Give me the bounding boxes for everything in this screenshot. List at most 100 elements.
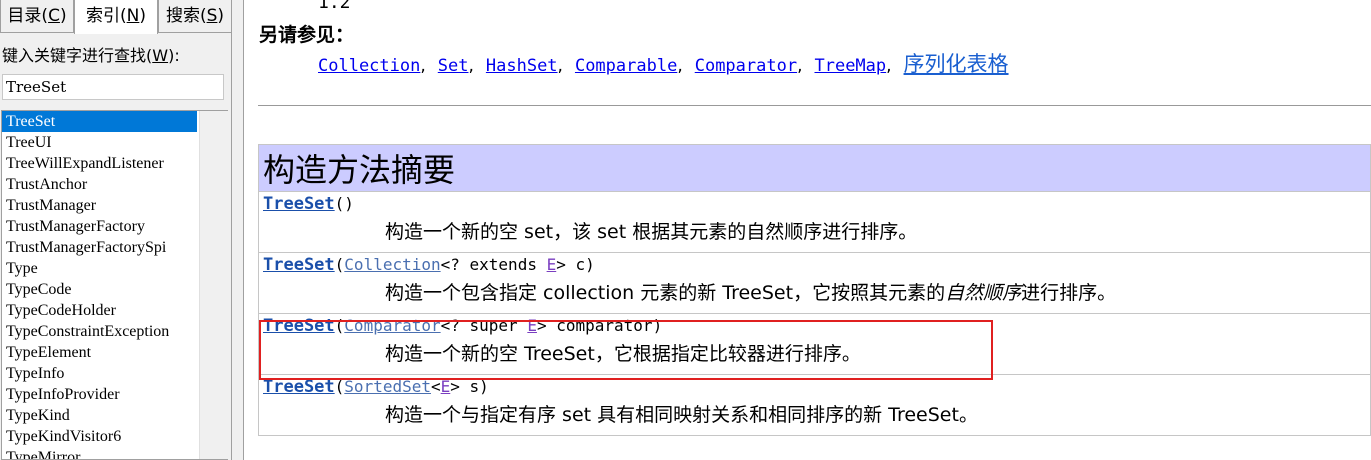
constructor-summary-table: 构造方法摘要 TreeSet() 构造一个新的空 set，该 set 根据其元素的… — [258, 144, 1371, 436]
tab-search-end: ) — [217, 6, 225, 26]
constructor-description: 构造一个新的空 set，该 set 根据其元素的自然顺序进行排序。 — [385, 217, 1370, 244]
type-param-link[interactable]: E — [441, 377, 451, 396]
constructor-signature: TreeSet() — [263, 194, 1370, 214]
keyword-list-item[interactable]: TypeConstraintException — [2, 321, 197, 342]
section-divider — [258, 105, 1371, 106]
keyword-list-item[interactable]: TrustManager — [2, 195, 197, 216]
link-separator: , — [886, 56, 892, 76]
constructor-row: TreeSet(Comparator<? super E> comparator… — [258, 313, 1371, 375]
summary-header: 构造方法摘要 — [258, 144, 1371, 192]
link-separator: , — [420, 56, 426, 76]
constructor-signature: TreeSet(Collection<? extends E> c) — [263, 255, 1370, 275]
constructor-row: TreeSet() 构造一个新的空 set，该 set 根据其元素的自然顺序进行排… — [258, 191, 1371, 253]
generic-suffix: > s) — [450, 377, 489, 396]
keyword-label-prefix: 键入关键字进行查找( — [2, 46, 153, 65]
nav-tabs: 目录(C) 索引(N) 搜索(S) — [0, 0, 232, 34]
tab-search-label: 搜索( — [165, 6, 207, 26]
see-also-link-comparator[interactable]: Comparator — [695, 56, 797, 76]
tab-index-key: N — [126, 6, 140, 26]
generic-prefix: <? extends — [440, 255, 547, 274]
summary-header-row: 构造方法摘要 — [258, 144, 1371, 192]
keyword-label: 键入关键字进行查找(W): — [2, 42, 180, 66]
see-also-link-set[interactable]: Set — [438, 56, 469, 76]
constructor-signature: TreeSet(SortedSet<E> s) — [263, 377, 1370, 397]
tab-contents[interactable]: 目录(C) — [0, 0, 74, 33]
generic-prefix: < — [431, 377, 441, 396]
type-param-link[interactable]: E — [547, 255, 557, 274]
description-text: 构造一个新的空 set，该 set 根据其元素的自然顺序进行排序。 — [385, 221, 918, 243]
keyword-list-item[interactable]: TrustManagerFactorySpi — [2, 237, 197, 258]
help-navigation-pane: 目录(C) 索引(N) 搜索(S) 键入关键字进行查找(W): TreeSet T… — [0, 0, 232, 460]
constructor-cell: TreeSet(Collection<? extends E> c) 构造一个包含… — [258, 252, 1371, 314]
pane-splitter[interactable] — [232, 0, 244, 460]
link-separator: , — [468, 56, 474, 76]
generic-suffix: > c) — [556, 255, 595, 274]
keyword-input[interactable] — [2, 74, 224, 100]
tab-index-label: 索引( — [86, 6, 127, 26]
constructor-cell: TreeSet(SortedSet<E> s) 构造一个与指定有序 set 具有相… — [258, 374, 1371, 436]
keyword-list-item[interactable]: TypeCode — [2, 279, 197, 300]
keyword-list-item[interactable]: TypeElement — [2, 342, 197, 363]
tab-contents-end: ) — [59, 6, 67, 26]
constructor-link[interactable]: TreeSet — [263, 194, 335, 214]
see-also-link-hashset[interactable]: HashSet — [486, 56, 558, 76]
constructor-signature: TreeSet(Comparator<? super E> comparator… — [263, 316, 1370, 336]
param-type-link[interactable]: SortedSet — [344, 377, 431, 396]
type-param-link[interactable]: E — [527, 316, 537, 335]
keyword-list-item[interactable]: TypeCodeHolder — [2, 300, 197, 321]
generic-suffix: > comparator) — [536, 316, 663, 335]
keyword-list-item[interactable]: TrustManagerFactory — [2, 216, 197, 237]
keyword-list-item[interactable]: TypeMirror — [2, 447, 197, 459]
keyword-list-item[interactable]: TypeKindVisitor6 — [2, 426, 197, 447]
doc-content: 1.2 另请参见： Collection, Set, HashSet, Compara… — [245, 0, 1371, 460]
constructor-cell: TreeSet() 构造一个新的空 set，该 set 根据其元素的自然顺序进行排… — [258, 191, 1371, 253]
tab-index[interactable]: 索引(N) — [74, 0, 158, 34]
signature-open: ( — [334, 255, 345, 274]
constructor-description: 构造一个新的空 TreeSet，它根据指定比较器进行排序。 — [385, 339, 1370, 366]
link-separator: , — [677, 56, 683, 76]
keyword-list-item[interactable]: Type — [2, 258, 197, 279]
see-also-links: Collection, Set, HashSet, Comparable, Compar… — [318, 48, 1009, 78]
keyword-label-key: W — [152, 46, 169, 65]
keyword-list-item[interactable]: TreeWillExpandListener — [2, 153, 197, 174]
description-text: 构造一个与指定有序 set 具有相同映射关系和相同排序的新 TreeSet。 — [385, 404, 978, 426]
signature-open: ( — [334, 377, 345, 396]
keyword-list-item[interactable]: TreeSet — [2, 111, 197, 132]
param-type-link[interactable]: Comparator — [344, 316, 440, 335]
generic-prefix: <? super — [440, 316, 528, 335]
keyword-list-item[interactable]: TrustAnchor — [2, 174, 197, 195]
see-also-link-comparable[interactable]: Comparable — [575, 56, 677, 76]
keyword-list-item[interactable]: TypeInfo — [2, 363, 197, 384]
since-value: 1.2 — [318, 0, 351, 13]
signature-open: ( — [334, 316, 345, 335]
tab-contents-key: C — [48, 6, 60, 26]
keyword-label-suffix: ): — [168, 46, 180, 65]
keyword-list-scrollbar[interactable] — [199, 111, 228, 459]
keyword-list-items: TreeSet TreeUI TreeWillExpandListener Trust… — [2, 111, 228, 459]
see-also-title: 另请参见： — [259, 24, 355, 46]
constructor-row: TreeSet(Collection<? extends E> c) 构造一个包含… — [258, 252, 1371, 314]
tab-index-end: ) — [139, 6, 146, 26]
constructor-link[interactable]: TreeSet — [263, 316, 335, 336]
description-emphasis: 自然顺序 — [945, 282, 1022, 304]
signature-open: () — [334, 194, 354, 213]
link-separator: , — [557, 56, 563, 76]
keyword-list-item[interactable]: TreeUI — [2, 132, 197, 153]
constructor-link[interactable]: TreeSet — [263, 377, 335, 397]
tab-search[interactable]: 搜索(S) — [158, 0, 232, 33]
constructor-description: 构造一个与指定有序 set 具有相同映射关系和相同排序的新 TreeSet。 — [385, 400, 1370, 427]
keyword-list-item[interactable]: TypeKind — [2, 405, 197, 426]
description-text: 构造一个包含指定 collection 元素的新 TreeSet，它按照其元素的 — [385, 282, 946, 304]
constructor-cell: TreeSet(Comparator<? super E> comparator… — [258, 313, 1371, 375]
constructor-description: 构造一个包含指定 collection 元素的新 TreeSet，它按照其元素的… — [385, 278, 1370, 305]
see-also-link-serialized-form[interactable]: 序列化表格 — [904, 52, 1009, 76]
link-separator: , — [797, 56, 803, 76]
tab-contents-label: 目录( — [7, 6, 49, 26]
see-also-link-collection[interactable]: Collection — [318, 56, 420, 76]
constructor-link[interactable]: TreeSet — [263, 255, 335, 275]
keyword-list[interactable]: TreeSet TreeUI TreeWillExpandListener Trust… — [1, 110, 228, 460]
see-also-link-treemap[interactable]: TreeMap — [814, 56, 886, 76]
description-tail: 进行排序。 — [1021, 282, 1117, 304]
keyword-list-item[interactable]: TypeInfoProvider — [2, 384, 197, 405]
param-type-link[interactable]: Collection — [344, 255, 440, 274]
